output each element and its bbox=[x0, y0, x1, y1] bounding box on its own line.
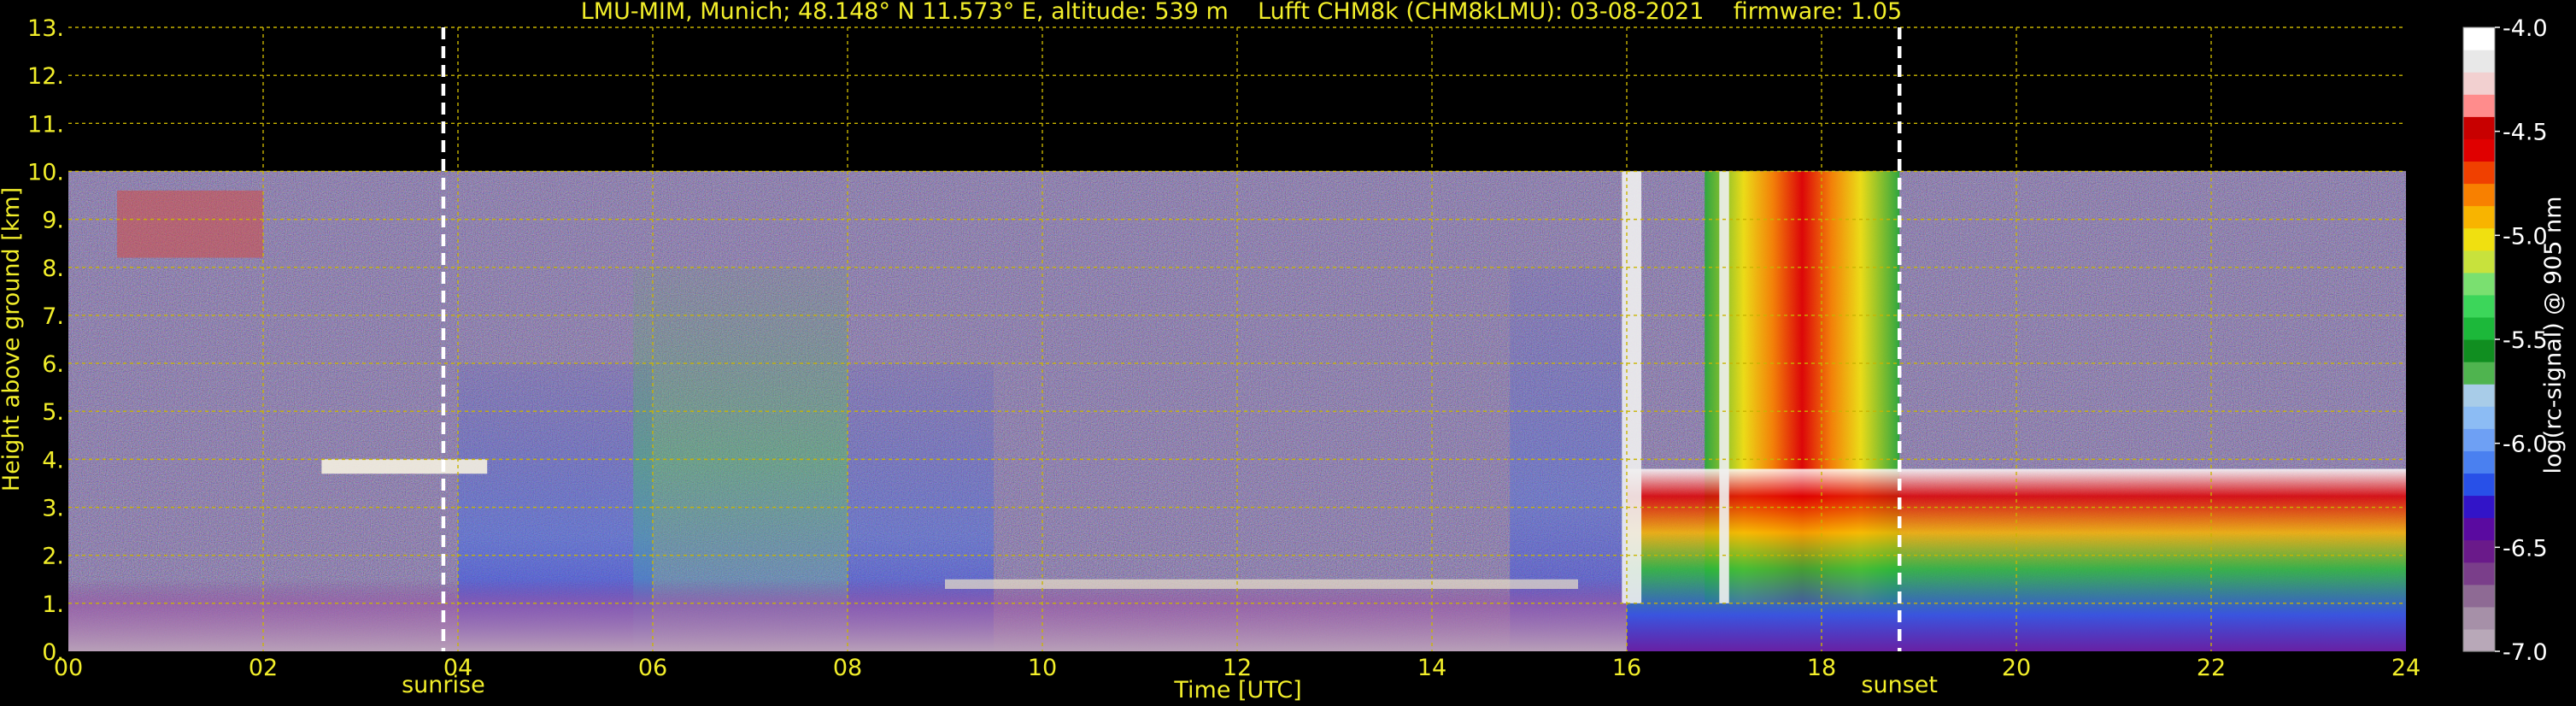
colorbar-tick-label: -6.5 bbox=[2503, 535, 2548, 562]
y-tick-label: 9. bbox=[42, 208, 64, 234]
chart-title: LMU-MIM, Munich; 48.148° N 11.573° E, al… bbox=[581, 0, 1902, 25]
colorbar-segment bbox=[2463, 628, 2495, 652]
plot-area bbox=[68, 26, 2406, 651]
marker-label-sunset: sunset bbox=[1861, 672, 1938, 698]
y-tick-label: 12. bbox=[27, 63, 64, 90]
x-tick-label: 14 bbox=[1417, 655, 1446, 681]
y-tick-label: 3. bbox=[42, 496, 64, 522]
colorbar-segment bbox=[2463, 606, 2495, 630]
x-tick-label: 16 bbox=[1612, 655, 1641, 681]
colorbar-segment bbox=[2463, 250, 2495, 274]
colorbar-tick-label: -4.0 bbox=[2503, 15, 2548, 42]
colorbar-segment bbox=[2463, 72, 2495, 95]
colorbar-segment bbox=[2463, 406, 2495, 429]
colorbar-segment bbox=[2463, 227, 2495, 251]
x-tick-label: 04 bbox=[443, 655, 472, 681]
colorbar-segment bbox=[2463, 495, 2495, 519]
colorbar-segment bbox=[2463, 473, 2495, 497]
colorbar-segment bbox=[2463, 450, 2495, 474]
colorbar-segment bbox=[2463, 517, 2495, 541]
y-tick-label: 13. bbox=[27, 15, 64, 42]
colorbar-segment bbox=[2463, 539, 2495, 563]
y-tick-label: 10. bbox=[27, 159, 64, 185]
colorbar-segment bbox=[2463, 428, 2495, 451]
feature-aerosol-layer bbox=[321, 459, 488, 474]
y-tick-label: 8. bbox=[42, 256, 64, 282]
x-tick-label: 02 bbox=[249, 655, 278, 681]
colorbar-segment bbox=[2463, 584, 2495, 608]
ceilometer-chart: LMU-MIM, Munich; 48.148° N 11.573° E, al… bbox=[0, 0, 2567, 703]
feature-residual-layer bbox=[945, 579, 1578, 589]
colorbar-segment bbox=[2463, 50, 2495, 73]
y-tick-label: 4. bbox=[42, 447, 64, 474]
colorbar-segment bbox=[2463, 116, 2495, 139]
colorbar-segment bbox=[2463, 138, 2495, 162]
colorbar-segment bbox=[2463, 362, 2495, 385]
x-tick-label: 18 bbox=[1807, 655, 1836, 681]
colorbar-segment bbox=[2463, 384, 2495, 407]
y-tick-label: 2. bbox=[42, 544, 64, 570]
x-tick-label: 22 bbox=[2197, 655, 2226, 681]
colorbar-tick-label: -7.0 bbox=[2503, 639, 2548, 666]
feature-plume-1 bbox=[1622, 171, 1642, 603]
colorbar-tick-label: -4.5 bbox=[2503, 120, 2548, 146]
x-tick-label: 08 bbox=[833, 655, 862, 681]
colorbar bbox=[2462, 26, 2496, 652]
x-axis-label: Time [UTC] bbox=[1173, 677, 1301, 703]
y-tick-label: 1. bbox=[42, 591, 64, 618]
y-tick-labels: 0.1.2.3.4.5.6.7.8.9.10.11.12.13. bbox=[27, 15, 64, 666]
feature-plume-2 bbox=[1719, 171, 1729, 603]
colorbar-segment bbox=[2463, 94, 2495, 117]
x-tick-label: 06 bbox=[638, 655, 667, 681]
colorbar-label: log(rc-signal) @ 905 nm bbox=[2540, 197, 2567, 474]
colorbar-segment bbox=[2463, 562, 2495, 585]
colorbar-segment bbox=[2463, 183, 2495, 207]
colorbar-segment bbox=[2463, 27, 2495, 50]
colorbar-segment bbox=[2463, 294, 2495, 318]
colorbar-segment bbox=[2463, 205, 2495, 229]
colorbar-segment bbox=[2463, 272, 2495, 296]
x-tick-label: 20 bbox=[2002, 655, 2031, 681]
x-tick-label: 10 bbox=[1028, 655, 1057, 681]
colorbar-segment bbox=[2463, 316, 2495, 340]
feature-early-cirrus bbox=[117, 190, 263, 258]
y-axis-label: Height above ground [km] bbox=[0, 187, 25, 491]
colorbar-segment bbox=[2463, 161, 2495, 185]
y-tick-label: 7. bbox=[42, 303, 64, 330]
colorbar-segment bbox=[2463, 339, 2495, 362]
y-tick-label: 11. bbox=[27, 111, 64, 138]
x-tick-label: 00 bbox=[54, 655, 83, 681]
y-tick-label: 6. bbox=[42, 351, 64, 378]
x-tick-label: 24 bbox=[2391, 655, 2421, 681]
y-tick-label: 5. bbox=[42, 399, 64, 426]
